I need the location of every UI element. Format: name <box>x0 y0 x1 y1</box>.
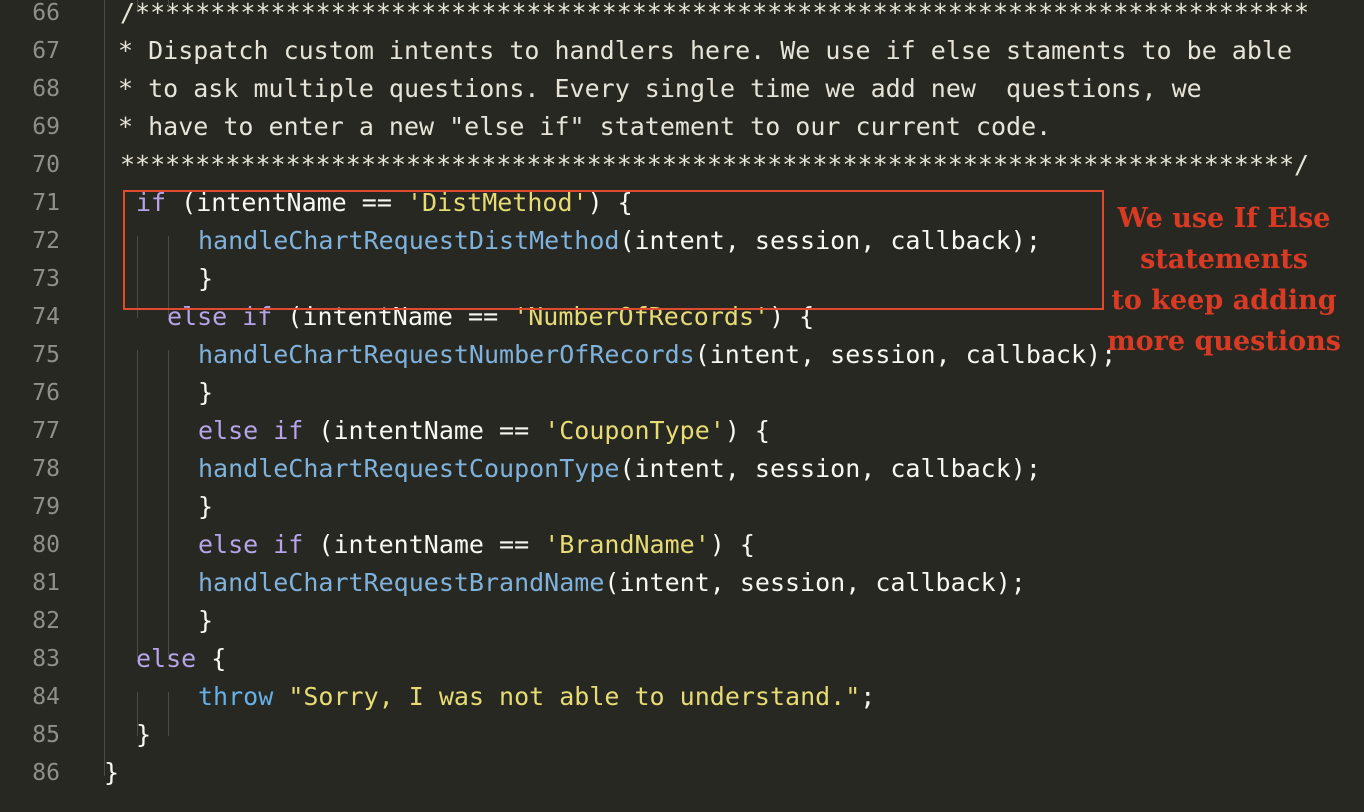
code-token: else <box>136 644 197 673</box>
code-line[interactable]: 66 /*************************************… <box>0 0 1364 32</box>
code-text: } <box>104 754 119 792</box>
line-number: 76 <box>32 380 60 406</box>
line-number: 80 <box>32 532 60 558</box>
indent-guide <box>137 692 138 736</box>
line-number: 74 <box>32 304 60 330</box>
line-number: 82 <box>32 608 60 634</box>
code-token: } <box>198 492 214 521</box>
code-text: } <box>198 374 213 412</box>
code-token: "Sorry, I was not able to understand." <box>288 682 861 711</box>
line-number: 66 <box>32 0 60 26</box>
annotation-line: We use If Else <box>1117 203 1331 234</box>
code-token: ) { <box>724 416 770 445</box>
code-line[interactable]: 79} <box>0 488 1364 526</box>
code-text: handleChartRequestBrandName(intent, sess… <box>198 564 1026 602</box>
highlight-box <box>123 190 1104 310</box>
line-number: 72 <box>32 228 60 254</box>
code-text: ****************************************… <box>120 146 1309 184</box>
line-number: 69 <box>32 114 60 140</box>
code-token: (intent, session, callback); <box>619 454 1041 483</box>
code-token: handleChartRequestCouponType <box>198 454 620 483</box>
indent-guide <box>137 350 138 660</box>
annotation-text: We use If Else statements to keep adding… <box>1104 198 1344 362</box>
annotation-line: more questions <box>1107 326 1341 357</box>
code-token: } <box>104 758 120 787</box>
code-text: } <box>136 716 151 754</box>
code-line[interactable]: 67 * Dispatch custom intents to handlers … <box>0 32 1364 70</box>
annotation-line: statements <box>1140 244 1308 275</box>
code-text: throw "Sorry, I was not able to understa… <box>198 678 875 716</box>
line-number: 67 <box>32 38 60 64</box>
line-number: 85 <box>32 722 60 748</box>
line-number: 81 <box>32 570 60 596</box>
code-token: { <box>196 644 227 673</box>
code-line[interactable]: 81 handleChartRequestBrandName(intent, se… <box>0 564 1364 602</box>
code-line[interactable]: 86} <box>0 754 1364 792</box>
code-token: ) { <box>709 530 755 559</box>
code-line[interactable]: 80 else if (intentName == 'BrandName') { <box>0 526 1364 564</box>
indent-guide <box>137 0 138 10</box>
code-line[interactable]: 82} <box>0 602 1364 640</box>
code-line[interactable]: 69 * have to enter a new "else if" statem… <box>0 108 1364 146</box>
code-token: /***************************************… <box>120 0 1310 27</box>
code-token: (intentName == <box>303 416 545 445</box>
code-text: * Dispatch custom intents to handlers he… <box>118 32 1292 70</box>
code-line[interactable]: 83 else { <box>0 640 1364 678</box>
line-number: 75 <box>32 342 60 368</box>
line-number: 70 <box>32 152 60 178</box>
indent-guide <box>168 350 169 660</box>
code-line[interactable]: 77 else if (intentName == 'CouponType') { <box>0 412 1364 450</box>
code-token: 'CouponType' <box>544 416 725 445</box>
code-text: else if (intentName == 'BrandName') { <box>198 526 755 564</box>
code-token: ****************************************… <box>120 150 1310 179</box>
code-line[interactable]: 84 throw "Sorry, I was not able to unders… <box>0 678 1364 716</box>
code-token: handleChartRequestBrandName <box>198 568 605 597</box>
code-text: else { <box>136 640 226 678</box>
line-number: 73 <box>32 266 60 292</box>
code-token: * Dispatch custom intents to handlers he… <box>118 36 1292 65</box>
indent-guide <box>168 692 169 736</box>
code-text: else if (intentName == 'CouponType') { <box>198 412 770 450</box>
indent-guide <box>104 0 105 776</box>
code-text: } <box>198 488 213 526</box>
line-number: 79 <box>32 494 60 520</box>
line-number: 86 <box>32 760 60 786</box>
code-text: handleChartRequestNumberOfRecords(intent… <box>198 336 1116 374</box>
code-token: } <box>136 720 152 749</box>
line-number: 84 <box>32 684 60 710</box>
annotation-line: to keep adding <box>1111 285 1337 316</box>
code-line[interactable]: 85} <box>0 716 1364 754</box>
code-token: (intent, session, callback); <box>694 340 1117 369</box>
code-text: /***************************************… <box>120 0 1309 32</box>
code-token: 'BrandName' <box>544 530 710 559</box>
code-text: * have to enter a new "else if" statemen… <box>118 108 1051 146</box>
line-number: 71 <box>32 190 60 216</box>
code-line[interactable]: 76} <box>0 374 1364 412</box>
code-line[interactable]: 68 * to ask multiple questions. Every sin… <box>0 70 1364 108</box>
code-line[interactable]: 70 **************************************… <box>0 146 1364 184</box>
line-number: 78 <box>32 456 60 482</box>
code-token: throw <box>198 682 274 711</box>
code-token: (intentName == <box>303 530 545 559</box>
code-text: } <box>198 602 213 640</box>
code-token: } <box>198 606 214 635</box>
indent-guide <box>168 0 169 10</box>
code-token: (intent, session, callback); <box>604 568 1026 597</box>
line-number: 83 <box>32 646 60 672</box>
code-line[interactable]: 78 handleChartRequestCouponType(intent, s… <box>0 450 1364 488</box>
code-text: * to ask multiple questions. Every singl… <box>118 70 1202 108</box>
code-editor[interactable]: 66 /*************************************… <box>0 0 1364 812</box>
code-token: } <box>198 378 214 407</box>
line-number: 68 <box>32 76 60 102</box>
code-token: else if <box>198 416 304 445</box>
line-number: 77 <box>32 418 60 444</box>
code-token: else if <box>198 530 304 559</box>
code-token: ; <box>860 682 876 711</box>
code-token: * have to enter a new "else if" statemen… <box>118 112 1052 141</box>
code-token: handleChartRequestNumberOfRecords <box>198 340 695 369</box>
code-token: * to ask multiple questions. Every singl… <box>118 74 1202 103</box>
code-text: handleChartRequestCouponType(intent, ses… <box>198 450 1041 488</box>
